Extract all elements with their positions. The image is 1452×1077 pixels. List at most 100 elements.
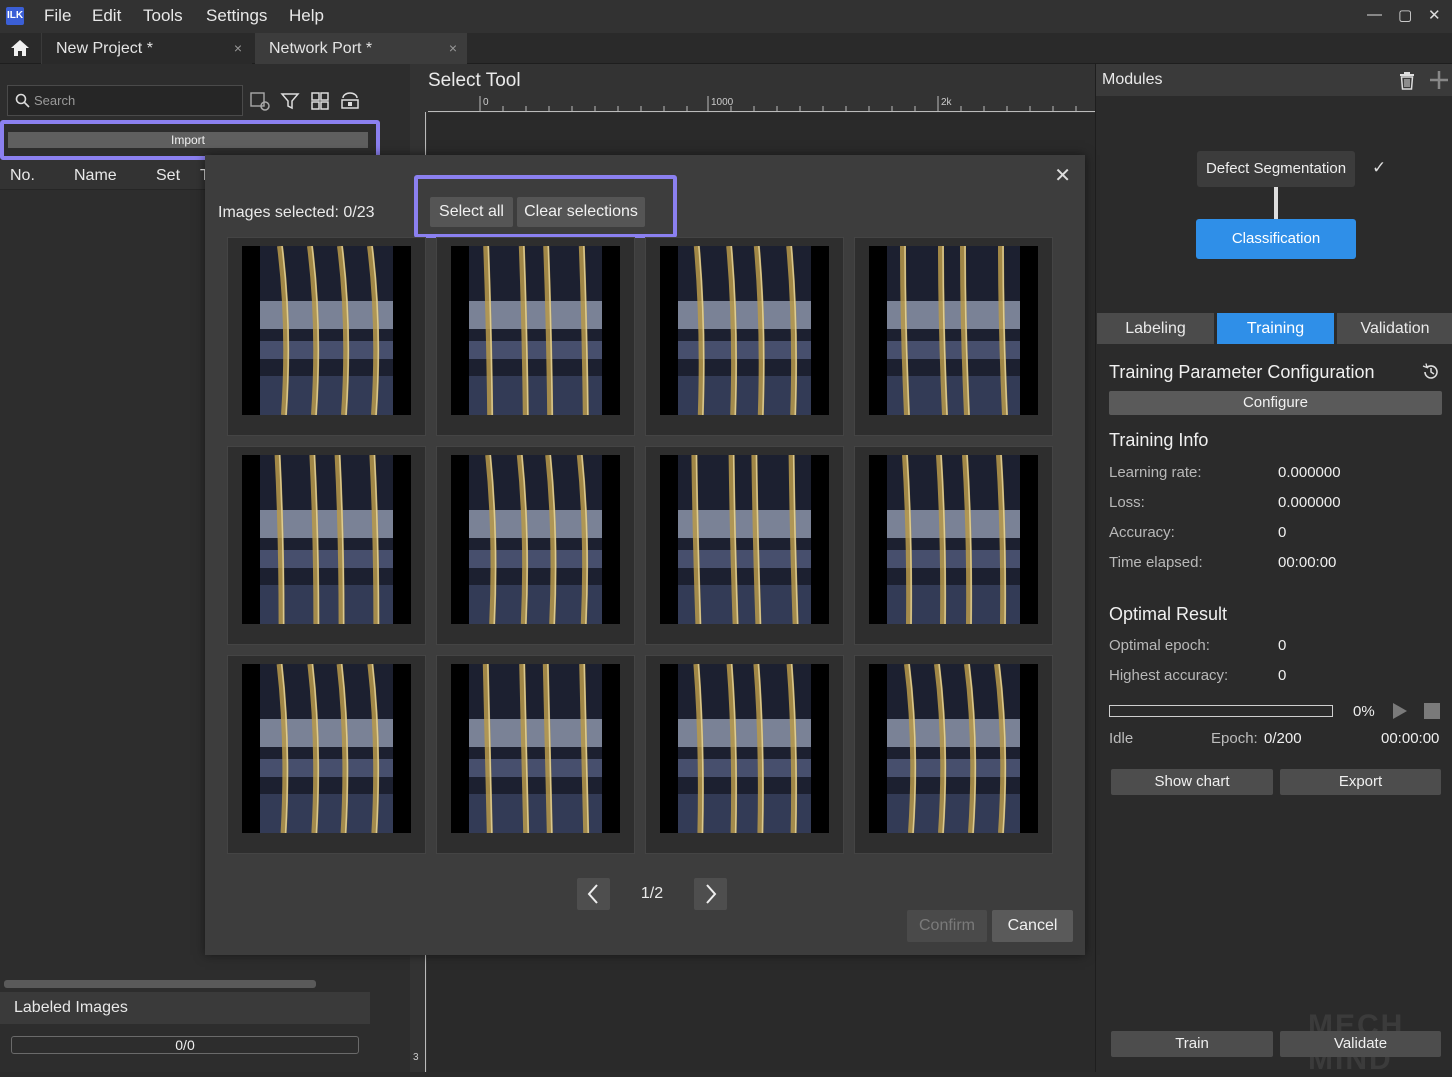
accuracy-value: 0 — [1278, 524, 1287, 541]
close-dialog-icon[interactable]: ✕ — [1054, 163, 1071, 188]
select-all-button[interactable]: Select all — [430, 197, 513, 227]
menu-file[interactable]: File — [44, 6, 71, 26]
image-thumbnail[interactable] — [854, 655, 1053, 854]
history-icon[interactable] — [1421, 362, 1441, 382]
tab-label: Network Port * — [269, 40, 373, 57]
highest-accuracy-value: 0 — [1278, 667, 1287, 684]
validate-button[interactable]: Validate — [1280, 1031, 1441, 1057]
menu-tools[interactable]: Tools — [143, 6, 183, 26]
thumbnail-image — [242, 246, 411, 415]
thumbnail-image — [451, 664, 620, 833]
chevron-left-icon — [587, 884, 598, 904]
thumbnail-image — [869, 455, 1038, 624]
loss-label: Loss: — [1109, 494, 1145, 511]
stop-icon[interactable] — [1423, 702, 1441, 720]
ruler-label: 2k — [941, 97, 952, 108]
images-selected-value: 0/23 — [343, 204, 375, 221]
modules-panel: Modules Defect Segmentation ✓ Classifica… — [1095, 64, 1452, 1076]
minimize-button[interactable]: — — [1367, 6, 1382, 23]
highest-accuracy-label: Highest accuracy: — [1109, 667, 1229, 684]
image-thumbnail[interactable] — [645, 655, 844, 854]
cancel-button[interactable]: Cancel — [992, 910, 1073, 942]
horizontal-scrollbar[interactable] — [4, 980, 316, 988]
image-settings-icon[interactable] — [249, 90, 271, 112]
time-elapsed-label: Time elapsed: — [1109, 554, 1203, 571]
progress-percent: 0% — [1353, 703, 1375, 720]
modules-header: Modules — [1096, 64, 1452, 96]
defect-segmentation-module[interactable]: Defect Segmentation — [1197, 151, 1355, 187]
image-thumbnail[interactable] — [227, 237, 426, 436]
accuracy-label: Accuracy: — [1109, 524, 1175, 541]
filter-icon[interactable] — [279, 90, 301, 112]
maximize-button[interactable]: ▢ — [1398, 6, 1412, 24]
tab-network-port[interactable]: Network Port * × — [255, 33, 467, 64]
clear-selections-button[interactable]: Clear selections — [517, 197, 645, 227]
labeled-images-progress: 0/0 — [11, 1036, 359, 1054]
tab-close-icon[interactable]: × — [449, 33, 457, 64]
configure-button[interactable]: Configure — [1109, 391, 1442, 415]
optimal-epoch-value: 0 — [1278, 637, 1287, 654]
tab-training[interactable]: Training — [1217, 313, 1334, 344]
image-thumbnail[interactable] — [854, 446, 1053, 645]
tab-close-icon[interactable]: × — [234, 33, 242, 64]
confirm-button[interactable]: Confirm — [907, 910, 987, 942]
app-logo: ILK — [6, 7, 24, 25]
tab-validation[interactable]: Validation — [1337, 313, 1452, 344]
grid-view-icon[interactable] — [309, 90, 331, 112]
previous-page-button[interactable] — [577, 878, 610, 910]
home-icon[interactable] — [10, 39, 30, 57]
tab-bar: New Project * × Network Port * × — [0, 33, 1452, 64]
classification-module[interactable]: Classification — [1196, 219, 1356, 259]
image-thumbnail[interactable] — [645, 446, 844, 645]
search-input[interactable]: Search — [7, 85, 243, 116]
search-icon — [15, 93, 30, 108]
labeled-images-header: Labeled Images — [0, 992, 370, 1024]
training-time: 00:00:00 — [1381, 730, 1440, 747]
export-button[interactable]: Export — [1280, 769, 1441, 795]
optimal-epoch-label: Optimal epoch: — [1109, 637, 1210, 654]
ruler-label: 0 — [483, 97, 489, 108]
training-param-title: Training Parameter Configuration — [1109, 362, 1375, 382]
training-progress-bar — [1109, 705, 1333, 717]
trash-icon[interactable] — [1398, 71, 1416, 90]
labeled-images-label: Labeled Images — [14, 999, 128, 1016]
images-selected: Images selected: 0/23 — [218, 204, 375, 222]
show-chart-button[interactable]: Show chart — [1111, 769, 1273, 795]
images-selected-label: Images selected: — [218, 204, 339, 221]
thumbnail-image — [660, 664, 829, 833]
menu-settings[interactable]: Settings — [206, 6, 267, 26]
epoch-label: Epoch: — [1211, 730, 1258, 747]
image-thumbnail[interactable] — [436, 237, 635, 436]
column-no[interactable]: No. — [10, 167, 35, 185]
menu-edit[interactable]: Edit — [92, 6, 121, 26]
image-thumbnail[interactable] — [854, 237, 1053, 436]
add-module-icon[interactable] — [1429, 70, 1449, 90]
image-thumbnail[interactable] — [645, 237, 844, 436]
camera-icon[interactable] — [339, 90, 361, 112]
tab-new-project[interactable]: New Project * × — [41, 33, 252, 64]
tab-labeling[interactable]: Labeling — [1097, 313, 1214, 344]
thumbnail-image — [451, 246, 620, 415]
epoch-value: 0/200 — [1264, 730, 1302, 747]
search-placeholder: Search — [34, 93, 76, 108]
thumbnail-image — [242, 455, 411, 624]
image-thumbnail[interactable] — [227, 446, 426, 645]
import-button[interactable]: Import — [8, 132, 368, 148]
column-set[interactable]: Set — [156, 167, 180, 185]
close-window-button[interactable]: ✕ — [1428, 6, 1441, 24]
image-thumbnail[interactable] — [436, 655, 635, 854]
thumbnail-image — [660, 455, 829, 624]
training-status: Idle — [1109, 730, 1134, 747]
menu-bar: ILK File Edit Tools Settings Help — ▢ ✕ — [0, 0, 1452, 33]
image-thumbnail[interactable] — [227, 655, 426, 854]
menu-help[interactable]: Help — [289, 6, 324, 26]
loss-value: 0.000000 — [1278, 494, 1341, 511]
image-thumbnail[interactable] — [436, 446, 635, 645]
train-button[interactable]: Train — [1111, 1031, 1273, 1057]
thumbnail-image — [451, 455, 620, 624]
column-name[interactable]: Name — [74, 167, 117, 185]
learning-rate-label: Learning rate: — [1109, 464, 1202, 481]
thumbnail-image — [869, 664, 1038, 833]
play-icon[interactable] — [1392, 702, 1408, 720]
next-page-button[interactable] — [694, 878, 727, 910]
